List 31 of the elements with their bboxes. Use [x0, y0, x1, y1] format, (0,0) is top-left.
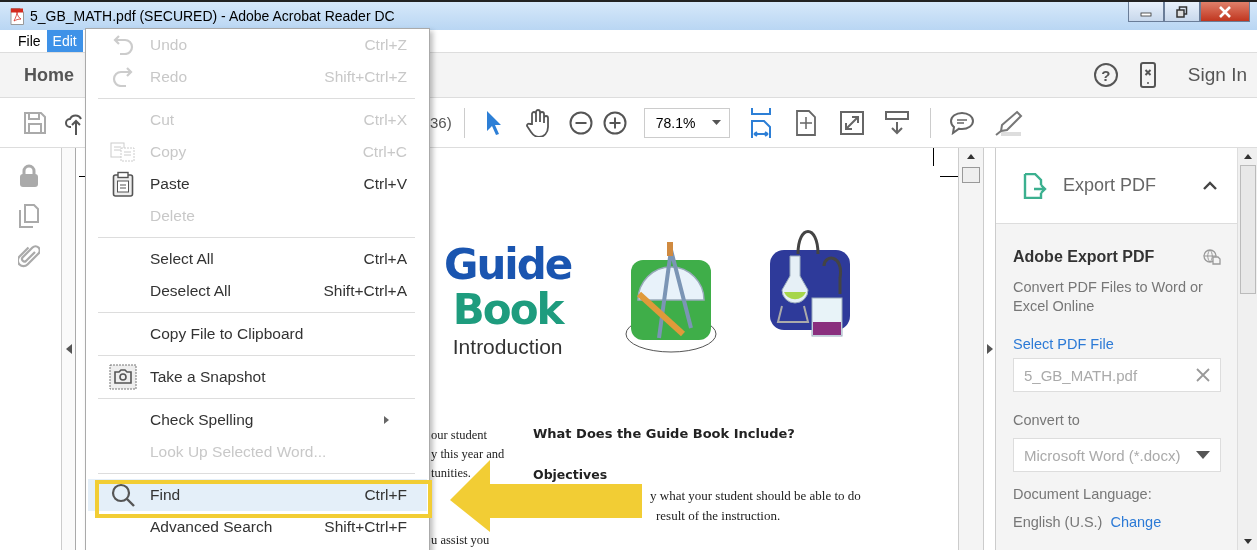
body-text-line: y what your student should be able to do	[650, 488, 861, 504]
zoom-dropdown[interactable]: 78.1%	[643, 107, 730, 138]
window-title: 5_GB_MATH.pdf (SECURED) - Adobe Acrobat Reader DC	[30, 8, 395, 24]
body-text-line: our student	[431, 428, 487, 443]
menu-item[interactable]: Check Spelling	[88, 404, 427, 436]
body-text-line: result of the instruction.	[656, 508, 781, 524]
menu-item[interactable]: Copy File to Clipboard	[88, 318, 427, 350]
menu-bar-item[interactable]: File	[12, 30, 47, 52]
panel-description: Convert PDF Files to Word or Excel Online	[1013, 278, 1204, 316]
menu-item[interactable]: Take a Snapshot	[88, 361, 427, 393]
section-heading: Adobe Export PDF	[1013, 248, 1155, 266]
page-count: 36)	[430, 114, 452, 131]
subsection-heading: Objectives	[533, 467, 608, 482]
body-text-line: u assist you	[431, 533, 490, 548]
select-file-link[interactable]: Select PDF File	[1013, 336, 1221, 352]
menu-item[interactable]: Deselect All Shift+Ctrl+A	[88, 275, 427, 307]
section-heading: What Does the Guide Book Include?	[533, 426, 795, 441]
menu-item[interactable]: Advanced Search Shift+Ctrl+F	[88, 511, 427, 543]
language-value: English (U.S.)	[1013, 514, 1103, 530]
menu-item[interactable]: Paste Ctrl+V	[88, 168, 427, 200]
field-label: Document Language:	[1013, 486, 1153, 502]
change-link[interactable]: Change	[1110, 514, 1162, 530]
body-text-line: tunities.	[431, 466, 471, 481]
field-label: Convert to	[1013, 412, 1081, 428]
menu-item[interactable]: Select All Ctrl+A	[88, 243, 427, 275]
body-text-line: y this year and	[431, 447, 505, 462]
guide-book-logo: Guide Book Introduction	[444, 240, 572, 357]
home-tab[interactable]: Home	[18, 63, 80, 87]
sign-in-button[interactable]: Sign In	[1187, 64, 1247, 86]
help-button[interactable]: ?	[1093, 63, 1118, 87]
panel-title: Export PDF	[1063, 175, 1157, 196]
